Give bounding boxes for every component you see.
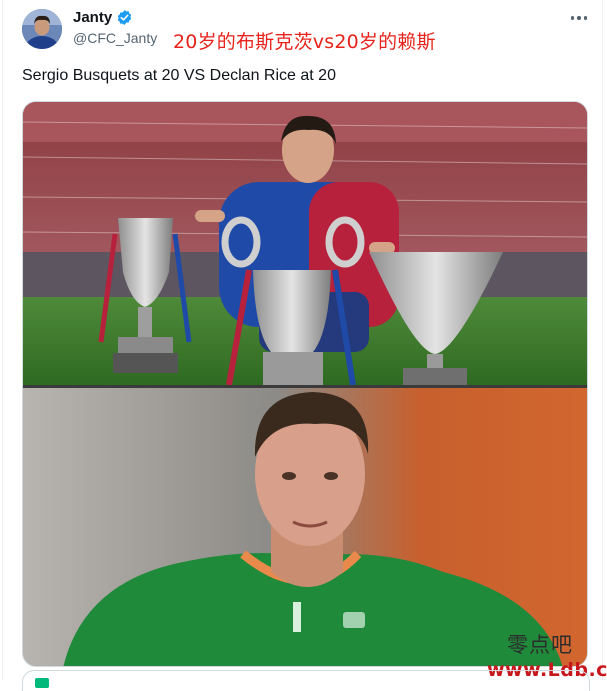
media-image [23,102,587,666]
bottom-photo [23,385,587,666]
overlay-caption: 20岁的布斯克茨vs20岁的赖斯 [173,31,436,53]
verified-badge-icon [118,10,132,25]
author-handle[interactable]: @CFC_Janty [73,30,157,46]
watermark-chinese: 零点吧 [507,633,573,657]
embedded-icon [35,678,49,688]
more-horizontal-icon[interactable] [568,8,590,28]
top-photo [23,102,587,386]
tweet-media[interactable] [22,101,588,667]
avatar[interactable] [22,9,62,49]
author-display-name[interactable]: Janty [73,9,112,26]
tweet-card: Janty @CFC_Janty 20岁的布斯克茨vs20岁的赖斯 Sergio… [2,0,607,691]
author-name-row[interactable]: Janty [73,9,133,26]
tweet-text: Sergio Busquets at 20 VS Declan Rice at … [22,67,336,84]
avatar-image [22,9,62,49]
